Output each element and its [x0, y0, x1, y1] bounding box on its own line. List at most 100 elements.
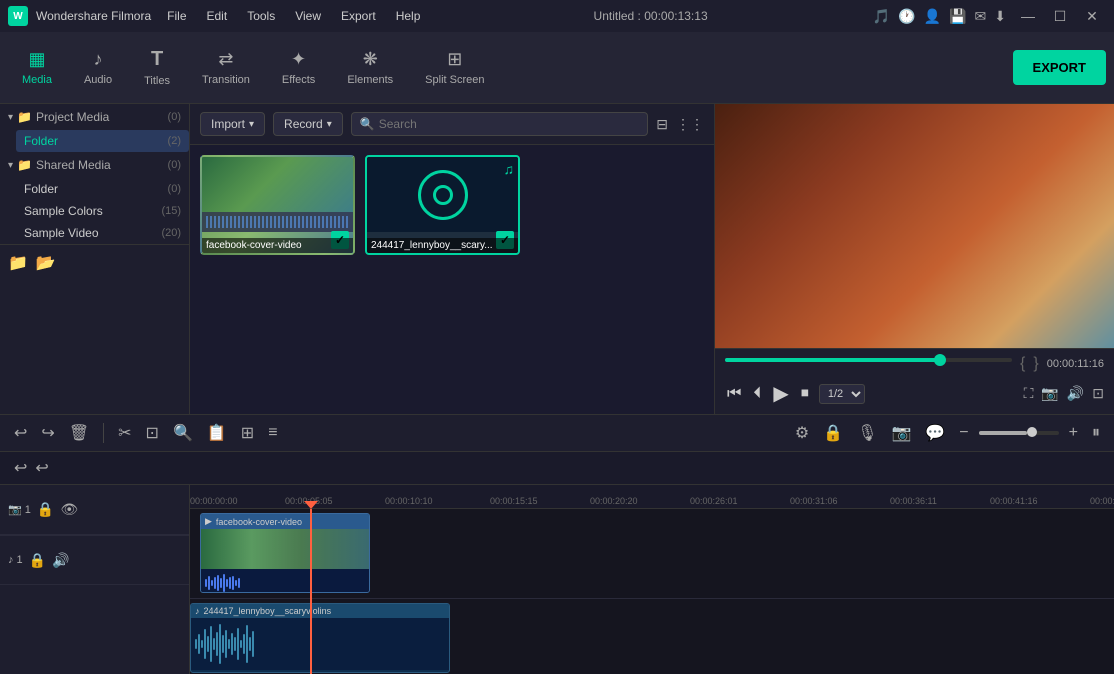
video-track-controls: 📷 1 🔒 👁 — [0, 485, 189, 535]
audio-volume-icon[interactable]: 🔊 — [52, 552, 69, 569]
toolbar-transition-label: Transition — [202, 74, 250, 86]
preview-right-icons: ⛶ 📷 🔊 ⊡ — [1024, 385, 1104, 402]
music-icon[interactable]: 🎵 — [873, 8, 890, 25]
progress-bar[interactable] — [725, 358, 1012, 362]
media-card-audio[interactable]: ♫ ✓ 244417_lennyboy__scary... — [365, 155, 520, 255]
progress-thumb — [934, 354, 946, 366]
folder-item[interactable]: Folder (2) — [16, 130, 189, 152]
import-folder-icon[interactable]: 📂 — [36, 253, 56, 273]
fullscreen-icon[interactable]: ⛶ — [1024, 385, 1034, 402]
audio-clip[interactable]: ♪ 244417_lennyboy__scaryviolins — [190, 603, 450, 673]
timeline-track-labels: 📷 1 🔒 👁 ♪ 1 🔒 🔊 — [0, 485, 190, 674]
zoom-out-icon[interactable]: − — [955, 422, 972, 444]
video-thumbnail — [202, 157, 353, 232]
export-button[interactable]: EXPORT — [1013, 50, 1106, 85]
toolbar-audio[interactable]: ♪ Audio — [70, 41, 126, 94]
pause-all-icon[interactable]: ⏸ — [1088, 422, 1104, 444]
settings-icon[interactable]: ⚙ — [791, 421, 813, 445]
search-box[interactable]: 🔍 — [351, 112, 649, 136]
video-lock-icon[interactable]: 🔒 — [37, 501, 54, 518]
zoom-in-icon[interactable]: + — [1065, 422, 1082, 444]
project-media-arrow: ▾ — [8, 112, 13, 123]
toolbar-audio-label: Audio — [84, 74, 112, 86]
project-media-header[interactable]: ▾ 📁 Project Media (0) — [0, 104, 189, 130]
add-track-button[interactable]: ↩ — [10, 456, 31, 480]
play-button[interactable]: ▶ — [771, 379, 790, 408]
bracket-right-icon[interactable]: } — [1033, 355, 1038, 373]
project-media-children: Folder (2) — [0, 130, 189, 152]
toolbar-splitscreen[interactable]: ⊞ Split Screen — [411, 41, 498, 94]
speed-selector[interactable]: 1/2 1/4 1 — [819, 384, 865, 404]
search-input[interactable] — [379, 117, 640, 131]
import-dropdown[interactable]: Import ▾ — [200, 112, 265, 136]
video-clip[interactable]: ▶ facebook-cover-video — [200, 513, 370, 593]
record-dropdown[interactable]: Record ▾ — [273, 112, 343, 136]
lock-icon[interactable]: 🔒 — [819, 421, 847, 445]
adjust-button[interactable]: ≡ — [264, 422, 281, 444]
toolbar-titles[interactable]: T Titles — [130, 40, 184, 95]
minimize-button[interactable]: — — [1014, 6, 1042, 26]
frame-back-button[interactable]: ⏴ — [751, 383, 763, 405]
download-icon[interactable]: ⬇ — [994, 8, 1006, 25]
toolbar-media[interactable]: ▦ Media — [8, 41, 66, 94]
split-button[interactable]: ⊞ — [237, 421, 258, 445]
audio-timeline-track: ♪ 244417_lennyboy__scaryviolins — [190, 599, 1114, 674]
filter-icon[interactable]: ⊟ — [656, 116, 668, 133]
crop-button[interactable]: ⊡ — [142, 421, 163, 445]
toolbar-transition[interactable]: ⇄ Transition — [188, 41, 264, 94]
menu-view[interactable]: View — [287, 7, 329, 25]
video-card-name: facebook-cover-video — [202, 238, 353, 253]
user-icon[interactable]: 👤 — [924, 8, 941, 25]
camera-icon[interactable]: 📷 — [887, 421, 915, 445]
shared-folder-item[interactable]: Folder (0) — [16, 178, 189, 200]
zoom-button[interactable]: 🔍 — [169, 421, 197, 445]
mail-icon[interactable]: ✉ — [975, 8, 987, 25]
volume-icon[interactable]: 🔊 — [1067, 385, 1084, 402]
clock-icon[interactable]: 🕐 — [898, 8, 915, 25]
menu-file[interactable]: File — [159, 7, 194, 25]
shared-folder-label: Folder — [24, 182, 58, 196]
media-card-video[interactable]: ✓ facebook-cover-video — [200, 155, 355, 255]
timeline-right-controls: ⚙ 🔒 🎙 📷 💬 − + ⏸ — [791, 421, 1104, 445]
undo-button[interactable]: ↩ — [10, 421, 31, 445]
grid-view-icon[interactable]: ⋮⋮ — [676, 116, 704, 133]
preview-controls: { } 00:00:11:16 ⏮ ⏴ ▶ ⏹ 1/2 1/4 — [715, 348, 1114, 414]
group-button[interactable]: ↩ — [31, 456, 52, 480]
subtitle-icon[interactable]: 💬 — [921, 421, 949, 445]
video-eye-icon[interactable]: 👁 — [60, 501, 78, 518]
shared-media-header[interactable]: ▾ 📁 Shared Media (0) — [0, 152, 189, 178]
snapshot-icon[interactable]: 📷 — [1041, 385, 1058, 402]
pip-icon[interactable]: ⊡ — [1092, 385, 1104, 402]
shared-media-label: Shared Media — [36, 158, 168, 172]
menu-tools[interactable]: Tools — [239, 7, 283, 25]
shared-media-folder-icon: 📁 — [17, 158, 32, 172]
sample-video-item[interactable]: Sample Video (20) — [16, 222, 189, 244]
cut-button[interactable]: ✂ — [114, 421, 135, 445]
audio-lock-icon[interactable]: 🔒 — [29, 552, 46, 569]
menu-edit[interactable]: Edit — [199, 7, 236, 25]
menu-help[interactable]: Help — [388, 7, 429, 25]
copy-button[interactable]: 📋 — [203, 421, 231, 445]
toolbar-divider — [103, 423, 104, 443]
close-button[interactable]: ✕ — [1078, 6, 1106, 26]
menu-export[interactable]: Export — [333, 7, 384, 25]
save-icon[interactable]: 💾 — [949, 8, 966, 25]
step-back-button[interactable]: ⏮ — [725, 383, 743, 405]
media-toolbar: Import ▾ Record ▾ 🔍 ⊟ ⋮⋮ — [190, 104, 714, 145]
titlebar-icons: 🎵 🕐 👤 💾 ✉ ⬇ — ☐ ✕ — [873, 6, 1106, 26]
bracket-left-icon[interactable]: { — [1020, 355, 1025, 373]
music-note-icon: ♫ — [504, 161, 515, 177]
toolbar-elements[interactable]: ❋ Elements — [333, 41, 407, 94]
redo-button[interactable]: ↪ — [37, 421, 58, 445]
mic-icon[interactable]: 🎙 — [853, 421, 881, 445]
maximize-button[interactable]: ☐ — [1046, 6, 1074, 26]
import-arrow-icon: ▾ — [249, 119, 254, 130]
delete-button[interactable]: 🗑 — [65, 421, 93, 445]
sample-colors-item[interactable]: Sample Colors (15) — [16, 200, 189, 222]
splitscreen-icon: ⊞ — [447, 49, 462, 70]
stop-button[interactable]: ⏹ — [799, 383, 811, 405]
menu-bar: File Edit Tools View Export Help — [159, 7, 428, 25]
toolbar-effects[interactable]: ✦ Effects — [268, 41, 329, 94]
new-folder-icon[interactable]: 📁 — [8, 253, 28, 273]
video-clip-thumbnail — [201, 529, 369, 569]
